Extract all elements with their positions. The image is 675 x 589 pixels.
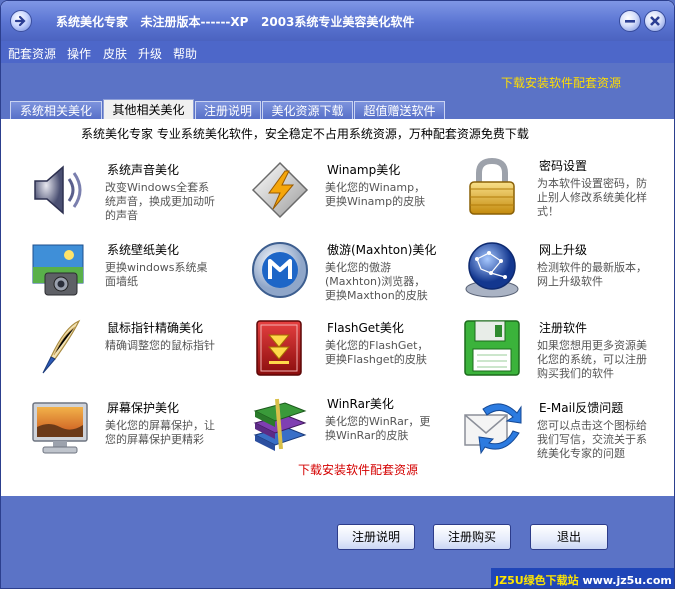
item-title: 密码设置 xyxy=(539,159,588,173)
winamp-icon[interactable] xyxy=(249,159,311,221)
item-title: 系统声音美化 xyxy=(107,163,180,177)
title-bar[interactable]: 系统美化专家 未注册版本------XP 2003系统专业美容美化软件 xyxy=(1,1,674,41)
exit-button[interactable]: 退出 xyxy=(530,524,608,550)
window-title: 系统美化专家 未注册版本------XP 2003系统专业美容美化软件 xyxy=(56,15,415,29)
item-description: 美化您的WinRar，更换WinRar的皮肤 xyxy=(325,415,431,442)
description-text: 系统美化专家 专业系统美化软件，安全稳定不占用系统资源，万种配套资源免费下载 xyxy=(81,127,529,141)
register-buy-button[interactable]: 注册购买 xyxy=(433,524,511,550)
app-icon[interactable] xyxy=(10,10,32,32)
wallpaper-icon[interactable] xyxy=(29,239,91,301)
item-description: 为本软件设置密码，防止别人修改系统美化样式！ xyxy=(537,177,647,218)
item-description: 精确调整您的鼠标指针 xyxy=(105,339,215,352)
item-title: 注册软件 xyxy=(539,321,588,335)
item-title: 鼠标指针精确美化 xyxy=(107,321,204,335)
footer-brand: JZ5U绿色下载站 xyxy=(495,574,579,587)
quill-icon[interactable] xyxy=(29,317,91,379)
close-button[interactable] xyxy=(644,10,666,32)
menu-help[interactable]: 帮助 xyxy=(173,45,197,62)
download-resources-link[interactable]: 下载安装软件配套资源 xyxy=(501,74,621,91)
item-description: 美化您的傲游(Maxhton)浏览器，更换Maxthon的皮肤 xyxy=(325,261,428,302)
item-title: 屏幕保护美化 xyxy=(107,401,180,415)
feature-panel: 系统声音美化 改变Windows全套系统声音，换成更加动听的声音 Winamp美… xyxy=(1,145,674,496)
padlock-icon[interactable] xyxy=(461,155,523,217)
tab-bar: 系统相关美化 其他相关美化 注册说明 美化资源下载 超值赠送软件 xyxy=(1,99,674,119)
item-description: 美化您的FlashGet，更换Flashget的皮肤 xyxy=(325,339,429,366)
download-resources-link-bottom[interactable]: 下载安装软件配套资源 xyxy=(298,461,418,478)
footer-url: www.jz5u.com xyxy=(582,574,672,587)
menu-operation[interactable]: 操作 xyxy=(67,45,91,62)
tab-system-beautify[interactable]: 系统相关美化 xyxy=(10,101,102,119)
register-info-button[interactable]: 注册说明 xyxy=(337,524,415,550)
item-description: 美化您的屏幕保护，让您的屏幕保护更精彩 xyxy=(105,419,215,446)
menu-resources[interactable]: 配套资源 xyxy=(8,45,56,62)
item-description: 您可以点击这个图标给我们写信，交流关于系统美化专家的问题 xyxy=(537,419,647,460)
maxthon-icon[interactable] xyxy=(249,239,311,301)
item-title: Winamp美化 xyxy=(327,163,401,177)
tab-resource-download[interactable]: 美化资源下载 xyxy=(262,101,353,119)
item-title: WinRar美化 xyxy=(327,397,394,411)
app-window: 系统美化专家 未注册版本------XP 2003系统专业美容美化软件 配套资源… xyxy=(0,0,675,589)
description-bar: 系统美化专家 专业系统美化软件，安全稳定不占用系统资源，万种配套资源免费下载 xyxy=(1,119,674,146)
flashget-icon[interactable] xyxy=(249,317,311,379)
tab-register-info[interactable]: 注册说明 xyxy=(195,101,261,119)
winrar-icon[interactable] xyxy=(249,393,311,455)
tab-bonus-software[interactable]: 超值赠送软件 xyxy=(354,101,445,119)
item-title: 傲游(Maxhton)美化 xyxy=(327,243,437,257)
item-description: 检测软件的最新版本，网上升级软件 xyxy=(537,261,647,288)
item-description: 如果您想用更多资源美化您的系统，可以注册购买我们的软件 xyxy=(537,339,647,380)
item-title: 网上升级 xyxy=(539,243,588,257)
item-description: 更换windows系统桌面墙纸 xyxy=(105,261,208,288)
email-icon[interactable] xyxy=(461,397,523,459)
menu-upgrade[interactable]: 升级 xyxy=(138,45,162,62)
tab-other-beautify[interactable]: 其他相关美化 xyxy=(103,99,194,119)
speaker-icon[interactable] xyxy=(29,159,91,221)
minimize-button[interactable] xyxy=(619,10,641,32)
item-title: FlashGet美化 xyxy=(327,321,404,335)
floppy-icon[interactable] xyxy=(461,317,523,379)
footer-watermark: JZ5U绿色下载站 www.jz5u.com xyxy=(491,568,674,588)
monitor-icon[interactable] xyxy=(29,397,91,459)
item-description: 美化您的Winamp，更换Winamp的皮肤 xyxy=(325,181,426,208)
banner: 下载安装软件配套资源 xyxy=(1,63,674,101)
bottom-bar: 注册说明 注册购买 退出 JZ5U绿色下载站 www.jz5u.com xyxy=(1,496,674,588)
globe-icon[interactable] xyxy=(461,239,523,301)
menu-bar: 配套资源 操作 皮肤 升级 帮助 xyxy=(1,41,674,63)
item-description: 改变Windows全套系统声音，换成更加动听的声音 xyxy=(105,181,215,222)
menu-skin[interactable]: 皮肤 xyxy=(103,45,127,62)
item-title: E-Mail反馈问题 xyxy=(539,401,624,415)
item-title: 系统壁纸美化 xyxy=(107,243,180,257)
